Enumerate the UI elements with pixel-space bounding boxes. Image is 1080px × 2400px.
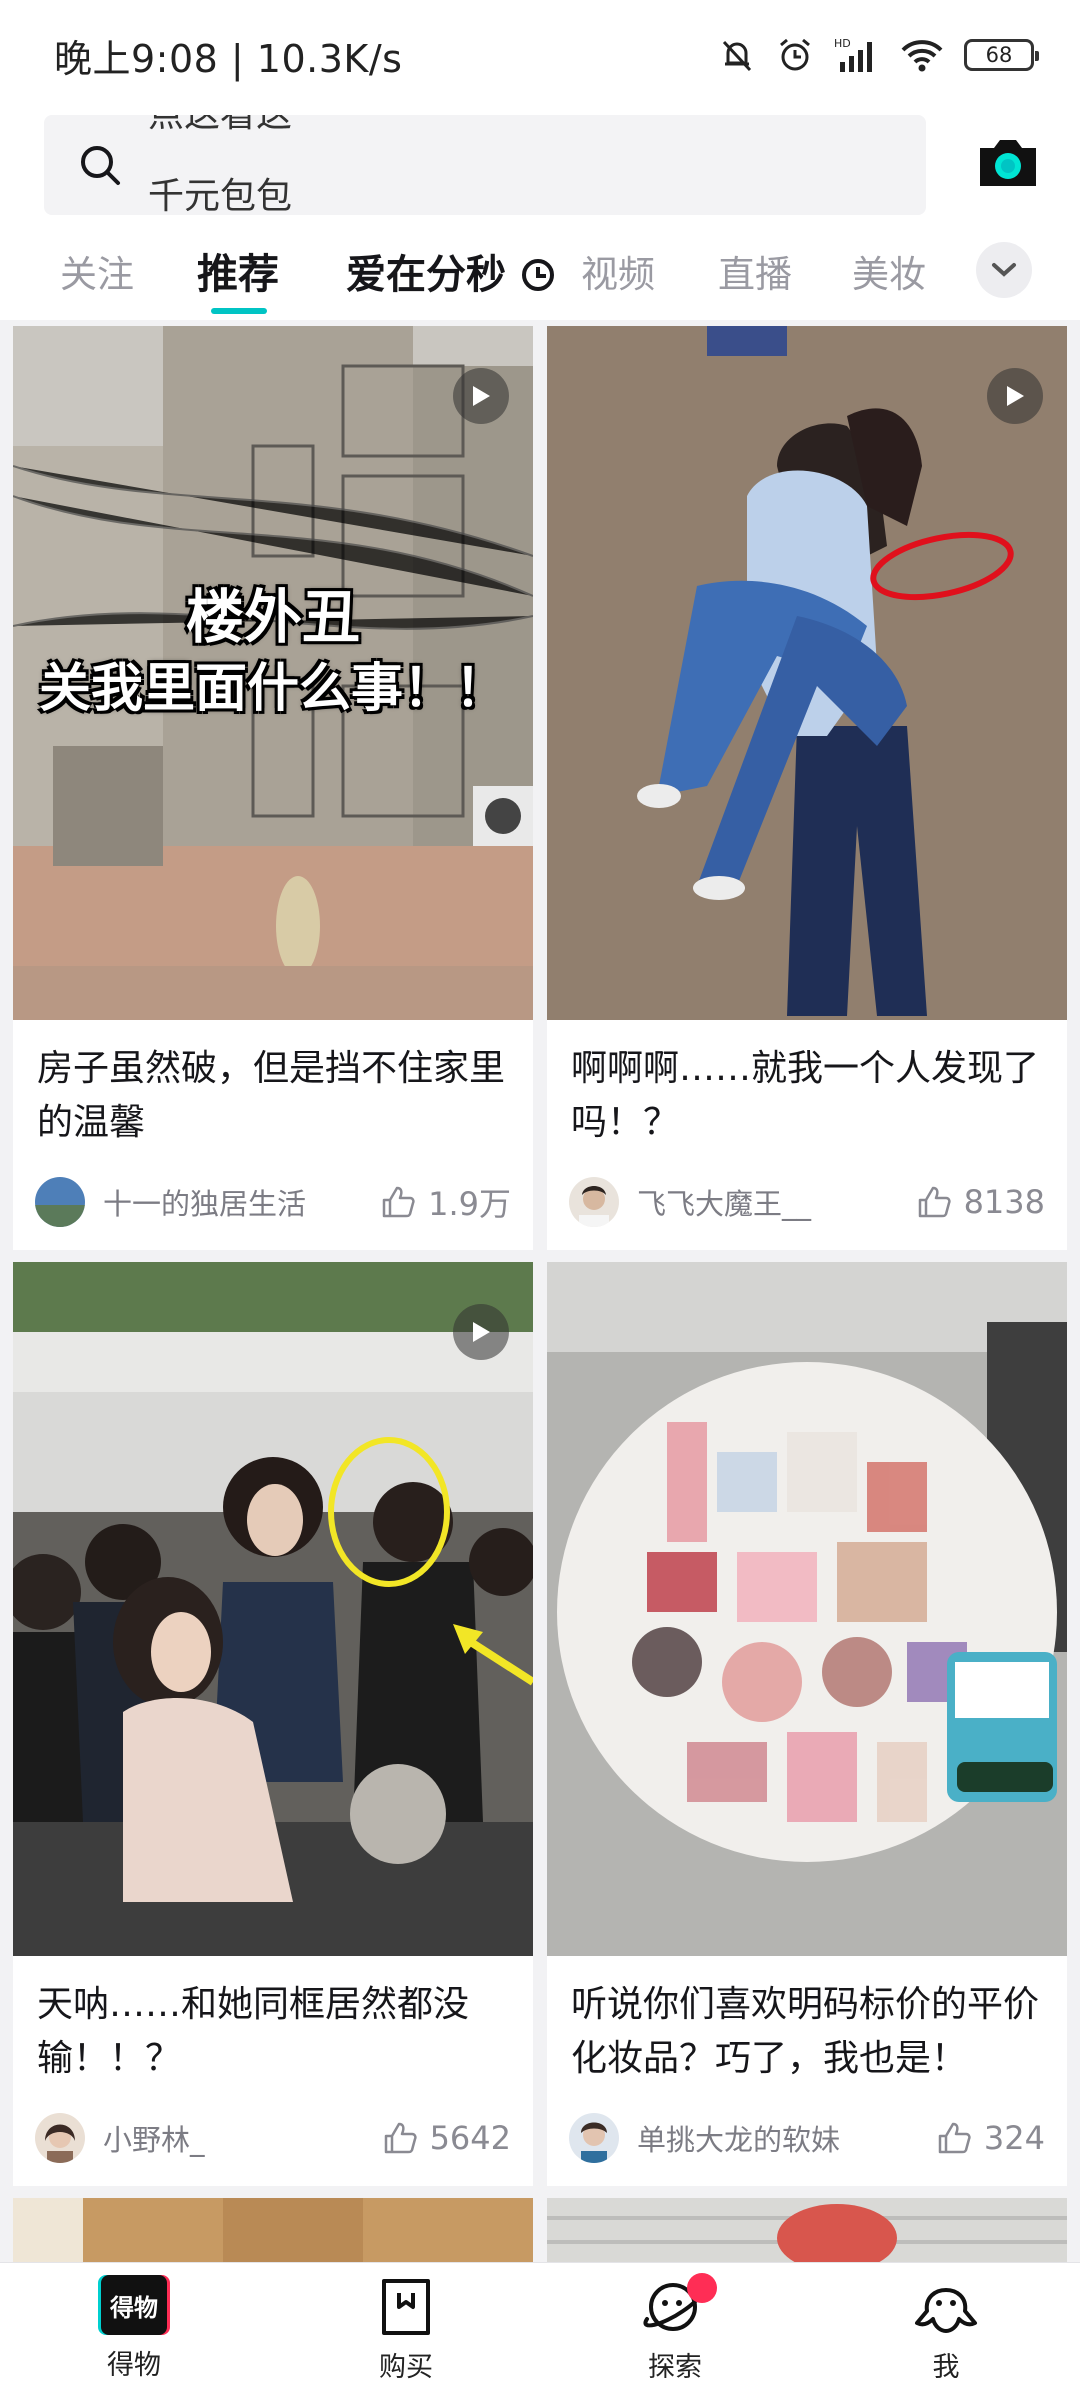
search-icon: [81, 146, 120, 185]
author-row: 十一的独居生活 1.9万: [35, 1176, 511, 1228]
author-name[interactable]: 小野林_: [103, 2117, 382, 2159]
author-name[interactable]: 单挑大龙的软妹: [637, 2117, 936, 2159]
active-tab-indicator: [211, 308, 267, 314]
tab-beauty[interactable]: 美妆: [852, 244, 926, 298]
avatar[interactable]: [569, 2113, 619, 2163]
search-placeholder: 千元包包: [148, 176, 293, 215]
mute-bell-icon: [722, 40, 752, 72]
tab-live[interactable]: 直播: [718, 244, 792, 298]
video-play-badge: [453, 368, 509, 424]
feed-card[interactable]: [13, 2198, 533, 2262]
like-button[interactable]: 5642: [382, 2119, 511, 2157]
notification-dot: [687, 2273, 717, 2303]
video-play-badge: [453, 1304, 509, 1360]
card-title: 听说你们喜欢明码标价的平价化妆品？巧了，我也是！: [571, 1984, 1040, 2079]
card-title: 房子虽然破，但是挡不住家里的温馨: [37, 1048, 506, 1143]
couple-photo: [547, 326, 1067, 1020]
like-button[interactable]: 324: [936, 2119, 1045, 2157]
like-button[interactable]: 1.9万: [380, 1179, 511, 1225]
like-count: 5642: [429, 2119, 511, 2157]
card-cover-image[interactable]: [547, 1262, 1067, 1956]
feed-card[interactable]: 啊啊啊……就我一个人发现了吗！？ 飞飞大魔王__ 8138: [547, 326, 1067, 1250]
play-icon: [1007, 386, 1024, 406]
overlay-line-2: 关我里面什么事！！: [38, 659, 507, 719]
tab-video[interactable]: 视频: [581, 244, 655, 298]
author-row: 飞飞大魔王__ 8138: [569, 1176, 1045, 1228]
tab-special-label: 爱在分秒: [346, 252, 506, 298]
like-count: 1.9万: [428, 1185, 511, 1223]
search-rolling-hint: 点这看这: [148, 115, 292, 137]
feed-card[interactable]: 楼外丑 关我里面什么事！！ 房子虽然破，但是挡不住家里的温馨 十一的独居生活 1…: [13, 326, 533, 1250]
video-play-badge: [987, 368, 1043, 424]
feed-card[interactable]: 天呐……和她同框居然都没输！！？ 小野林_ 5642: [13, 1262, 533, 2186]
avatar[interactable]: [569, 1177, 619, 1227]
cosmetics-photo: [547, 1262, 1067, 1956]
nav-item-me[interactable]: 我: [876, 2275, 1016, 2384]
card-cover-image[interactable]: [547, 326, 1067, 1020]
battery-indicator: 68: [964, 39, 1039, 71]
status-time-speed: 晚上9:08 | 10.3K/s: [54, 36, 403, 81]
card-cover-image[interactable]: 楼外丑 关我里面什么事！！: [13, 326, 533, 1020]
card-cover-image: [13, 2198, 533, 2262]
wifi-icon: [901, 40, 943, 72]
status-icons: HD 68: [718, 36, 1039, 74]
card-title: 啊啊啊……就我一个人发现了吗！？: [571, 1048, 1040, 1143]
thumbs-up-icon: [918, 1186, 951, 1218]
overlay-line-1: 楼外丑: [185, 583, 360, 651]
nav-label-explore: 探索: [648, 2352, 702, 2383]
category-tabs: 关注 推荐 爱在分秒 视频 直播 美妆: [0, 228, 1080, 320]
search-header: 点这看这 千元包包: [0, 110, 1080, 228]
dewu-logo-icon: 得物: [101, 2275, 167, 2335]
like-button[interactable]: 8138: [916, 1183, 1045, 1221]
play-icon: [473, 386, 490, 406]
nav-item-explore[interactable]: 探索: [605, 2273, 745, 2384]
card-cover-image[interactable]: [13, 1262, 533, 1956]
cover-overlay-text: 楼外丑 关我里面什么事！！: [13, 581, 533, 725]
camera-scan-icon[interactable]: [976, 134, 1040, 190]
tab-recommend[interactable]: 推荐: [197, 240, 279, 300]
octopus-icon: [915, 2288, 977, 2333]
play-icon: [473, 1322, 490, 1342]
nav-label-me: 我: [932, 2352, 960, 2383]
card-cover-image: [547, 2198, 1067, 2262]
tab-special-event[interactable]: 爱在分秒: [346, 242, 556, 300]
nav-item-dewu[interactable]: 得物 得物: [64, 2275, 204, 2382]
avatar[interactable]: [35, 2113, 85, 2163]
thumbs-up-icon: [938, 2122, 971, 2154]
author-name[interactable]: 飞飞大魔王__: [637, 1181, 916, 1223]
signal-icon: HD: [834, 37, 872, 72]
hd-label: HD: [834, 37, 851, 50]
nav-logo-text: 得物: [110, 2293, 158, 2322]
feed-card[interactable]: [547, 2198, 1067, 2262]
search-input[interactable]: 点这看这 千元包包: [44, 115, 926, 215]
thumbs-up-icon: [384, 2122, 417, 2154]
card-title: 天呐……和她同框居然都没输！！？: [37, 1984, 470, 2079]
bottom-navigation: 得物 得物 购买 探索 我: [0, 2262, 1080, 2400]
nav-item-buy[interactable]: 购买: [336, 2275, 476, 2384]
author-name[interactable]: 十一的独居生活: [103, 1181, 380, 1223]
status-bar: 晚上9:08 | 10.3K/s HD 68: [0, 0, 1080, 110]
thumbs-up-icon: [382, 1186, 415, 1218]
author-row: 小野林_ 5642: [35, 2112, 511, 2164]
event-photo: [13, 1262, 533, 1956]
tab-follow[interactable]: 关注: [60, 244, 134, 298]
chevron-down-icon: [992, 263, 1016, 277]
avatar[interactable]: [35, 1177, 85, 1227]
shopping-bag-icon: [382, 2279, 430, 2335]
expand-tabs-button[interactable]: [976, 242, 1032, 298]
nav-label-dewu: 得物: [107, 2350, 161, 2381]
clock-icon: [521, 259, 554, 291]
battery-level: 68: [985, 43, 1013, 67]
nav-label-buy: 购买: [379, 2352, 433, 2383]
alarm-icon: [780, 38, 810, 71]
feed-card[interactable]: 听说你们喜欢明码标价的平价化妆品？巧了，我也是！ 单挑大龙的软妹 324: [547, 1262, 1067, 2186]
author-row: 单挑大龙的软妹 324: [569, 2112, 1045, 2164]
like-count: 8138: [963, 1183, 1045, 1221]
like-count: 324: [983, 2119, 1045, 2157]
